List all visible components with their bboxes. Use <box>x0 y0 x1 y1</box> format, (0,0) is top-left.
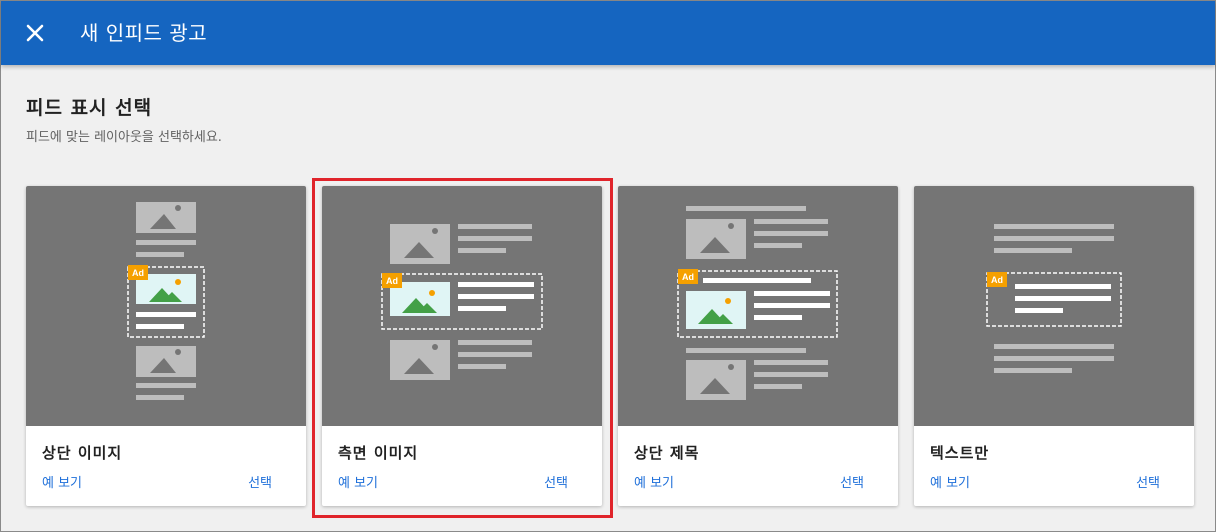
close-icon <box>26 24 44 42</box>
ad-badge: Ad <box>386 276 398 286</box>
select-button[interactable]: 선택 <box>248 472 272 491</box>
layout-card-top-title[interactable]: Ad 상단 제목 예 보기 선택 <box>618 186 898 506</box>
view-example-link[interactable]: 예 보기 <box>338 472 378 491</box>
layout-card-side-image[interactable]: Ad 측면 이미지 예 보기 선택 <box>322 186 602 506</box>
layout-preview-side-image: Ad <box>322 186 602 426</box>
card-title: 텍스트만 <box>930 444 990 462</box>
ad-badge: Ad <box>132 268 144 278</box>
card-title: 상단 제목 <box>634 444 700 462</box>
layout-preview-text-only: Ad <box>914 186 1194 426</box>
section-subtitle: 피드에 맞는 레이아웃을 선택하세요. <box>26 130 222 145</box>
view-example-link[interactable]: 예 보기 <box>930 472 970 491</box>
side-image-layout-illustration: Ad <box>381 224 543 380</box>
view-example-link[interactable]: 예 보기 <box>634 472 674 491</box>
layout-card-text-only[interactable]: Ad 텍스트만 예 보기 선택 <box>914 186 1194 506</box>
select-button[interactable]: 선택 <box>1136 472 1160 491</box>
ad-badge: Ad <box>991 275 1003 285</box>
card-title: 상단 이미지 <box>42 444 123 462</box>
close-button[interactable] <box>21 19 49 47</box>
layout-preview-top-title: Ad <box>618 186 898 426</box>
layout-preview-top-image: Ad <box>26 186 306 426</box>
dialog-title: 새 인피드 광고 <box>80 21 208 45</box>
select-button[interactable]: 선택 <box>544 472 568 491</box>
section-title: 피드 표시 선택 <box>26 97 153 119</box>
view-example-link[interactable]: 예 보기 <box>42 472 82 491</box>
card-title: 측면 이미지 <box>338 444 419 462</box>
top-title-layout-illustration: Ad <box>677 206 838 400</box>
text-only-layout-illustration: Ad <box>986 224 1122 373</box>
top-image-layout-illustration: Ad <box>127 202 205 400</box>
layout-card-top-image[interactable]: Ad 상단 이미지 예 보기 선택 <box>26 186 306 506</box>
select-button[interactable]: 선택 <box>840 472 864 491</box>
app-bar: 새 인피드 광고 <box>1 1 1215 65</box>
ad-badge: Ad <box>682 272 694 282</box>
